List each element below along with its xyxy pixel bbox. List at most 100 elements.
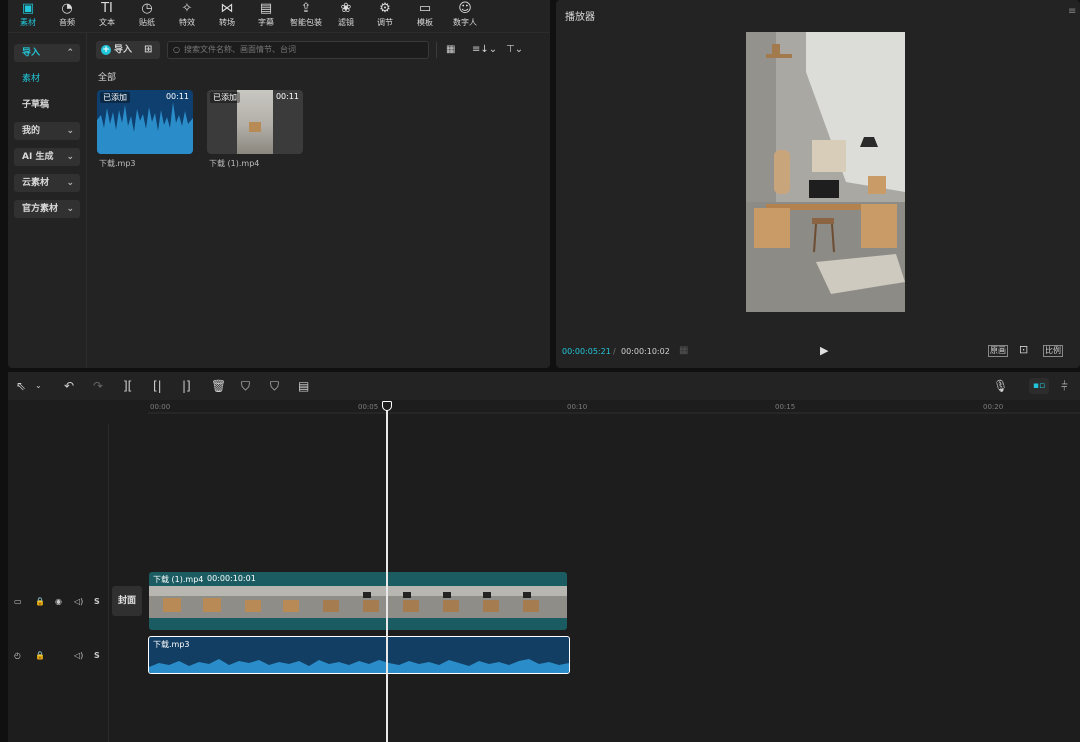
- chevron-down-icon: ⌄: [66, 152, 74, 162]
- ruler-label: 00:00: [150, 403, 171, 411]
- media-item-name: 下载 (1).mp4: [209, 159, 260, 168]
- video-preview: [746, 32, 905, 312]
- mark-icon[interactable]: ⛉: [241, 379, 250, 393]
- cover-button[interactable]: 封面: [112, 586, 142, 616]
- menu-icon[interactable]: ≡: [1068, 6, 1076, 17]
- video-clip[interactable]: 下载 (1).mp4 00:00:10:01: [149, 572, 567, 630]
- link-clips-icon[interactable]: ▪▫: [1029, 378, 1049, 394]
- delete-icon[interactable]: 🗑: [211, 379, 226, 393]
- split-right-icon[interactable]: |]: [182, 379, 191, 393]
- playhead[interactable]: [386, 404, 388, 742]
- audio-clip[interactable]: 下载.mp3: [148, 636, 570, 674]
- video-track-icon: ▭: [14, 597, 22, 606]
- clip-filmstrip: [149, 586, 567, 618]
- playhead-handle[interactable]: [382, 401, 392, 411]
- top-toolbar: ▣ 素材 ◔ 音频 TI 文本 ◷ 贴纸 ✧ 特效 ⋈ 转场 ▤ 字幕 ⇪ 智能…: [8, 0, 550, 33]
- qr-icon[interactable]: ⊞: [144, 41, 152, 59]
- timeline-panel: [8, 372, 1080, 742]
- tool-effects[interactable]: ✧ 特效: [167, 0, 207, 32]
- audio-track-icon: ◴: [14, 651, 21, 660]
- redo-icon[interactable]: ↷: [93, 379, 103, 393]
- transition-icon: ⋈: [220, 1, 234, 16]
- media-item-video[interactable]: 已添加 00:11: [207, 90, 303, 154]
- ruler-label: 00:10: [567, 403, 588, 411]
- filter-icon: ❀: [340, 1, 352, 16]
- timeline-toolbar: [8, 372, 1080, 400]
- split-icon[interactable]: ][: [123, 379, 132, 393]
- tool-filter[interactable]: ❀ 滤镜: [326, 0, 366, 32]
- tool-audio[interactable]: ◔ 音频: [47, 0, 87, 32]
- preview-scene: [746, 32, 905, 312]
- sidenav-official[interactable]: 官方素材 ⌄: [14, 200, 80, 218]
- lock-icon[interactable]: 🔒: [35, 597, 45, 606]
- fullscreen-focus-icon[interactable]: ⊡: [1019, 343, 1028, 356]
- undo-icon[interactable]: ↶: [64, 379, 74, 393]
- eye-icon[interactable]: ◉: [55, 597, 62, 606]
- solo-toggle[interactable]: S: [94, 651, 100, 660]
- play-button[interactable]: ▶: [820, 344, 828, 357]
- microphone-icon[interactable]: 🎙: [993, 379, 1008, 393]
- caption-edit-icon[interactable]: ▤: [298, 379, 309, 393]
- tool-adjust[interactable]: ⚙ 调节: [365, 0, 405, 32]
- smart-package-icon: ⇪: [300, 1, 312, 16]
- video-thumbnail: [237, 90, 273, 154]
- chevron-down-icon: ⌄: [66, 178, 74, 188]
- snap-icon[interactable]: ⫩: [1061, 379, 1068, 393]
- tool-template[interactable]: ▭ 模板: [405, 0, 445, 32]
- search-input[interactable]: ○ 搜索文件名称、画面情节、台词: [167, 41, 429, 59]
- original-quality-button[interactable]: 原画: [988, 345, 1008, 357]
- tool-text[interactable]: TI 文本: [87, 0, 127, 32]
- sidenav-mine[interactable]: 我的 ⌄: [14, 122, 80, 140]
- ruler-ticks: [148, 412, 1080, 414]
- track-headers: [8, 424, 109, 742]
- lock-icon[interactable]: 🔒: [35, 651, 45, 660]
- aspect-ratio-button[interactable]: 比例: [1043, 345, 1063, 357]
- clip-name: 下载 (1).mp4: [153, 575, 204, 584]
- tool-media[interactable]: ▣ 素材: [8, 0, 48, 32]
- current-time: 00:00:05:21: [562, 347, 611, 356]
- filter-sort-icon[interactable]: ⊤⌄: [506, 44, 523, 55]
- chevron-up-icon: ⌃: [66, 48, 74, 58]
- sidenav-import[interactable]: 导入 ⌃: [14, 44, 80, 62]
- tool-smart-package[interactable]: ⇪ 智能包装: [286, 0, 326, 32]
- sidenav-sub-draft[interactable]: 子草稿: [14, 96, 80, 114]
- total-time: 00:00:10:02: [621, 347, 670, 356]
- ruler-label: 00:05: [358, 403, 379, 411]
- import-button[interactable]: + 导入 ⊞: [96, 41, 160, 59]
- media-sidenav: 导入 ⌃ 素材 子草稿 我的 ⌄ AI 生成 ⌄ 云素材 ⌄ 官方素材 ⌄: [8, 33, 87, 368]
- tool-transition[interactable]: ⋈ 转场: [207, 0, 247, 32]
- search-icon: ○: [173, 45, 180, 54]
- sidenav-media[interactable]: 素材: [14, 70, 80, 88]
- chevron-down-icon[interactable]: ⌄: [35, 379, 42, 393]
- effects-icon: ✧: [181, 1, 193, 16]
- media-item-audio[interactable]: 已添加 00:11: [97, 90, 193, 154]
- section-label: 全部: [98, 73, 117, 83]
- chevron-down-icon: ⌄: [66, 126, 74, 136]
- ruler-label: 00:15: [775, 403, 796, 411]
- solo-toggle[interactable]: S: [94, 597, 100, 606]
- sticker-icon: ◷: [141, 1, 153, 16]
- ruler-label: 00:20: [983, 403, 1004, 411]
- volume-icon[interactable]: ◁): [74, 597, 83, 606]
- media-icon: ▣: [21, 1, 35, 16]
- timeline-ruler: [148, 400, 1080, 414]
- time-separator: /: [613, 347, 616, 356]
- shield-icon[interactable]: ⛉: [270, 379, 279, 393]
- adjust-icon: ⚙: [379, 1, 391, 16]
- sort-icon[interactable]: ≡↓⌄: [472, 44, 497, 55]
- clip-duration: 00:00:10:01: [207, 574, 256, 583]
- tool-digital-human[interactable]: ☺ 数字人: [445, 0, 485, 32]
- divider: [436, 42, 437, 58]
- split-left-icon[interactable]: [|: [153, 379, 162, 393]
- tool-sticker[interactable]: ◷ 贴纸: [127, 0, 167, 32]
- plus-icon: +: [101, 45, 111, 55]
- view-mode-icon[interactable]: ▦: [446, 44, 455, 55]
- sidenav-ai[interactable]: AI 生成 ⌄: [14, 148, 80, 166]
- select-cursor-icon[interactable]: ⇖: [16, 379, 26, 393]
- chevron-down-icon: ⌄: [66, 204, 74, 214]
- grid-icon[interactable]: ▦: [679, 345, 688, 356]
- sidenav-cloud[interactable]: 云素材 ⌄: [14, 174, 80, 192]
- volume-icon[interactable]: ◁): [74, 651, 83, 660]
- template-icon: ▭: [418, 1, 432, 16]
- tool-subtitle[interactable]: ▤ 字幕: [246, 0, 286, 32]
